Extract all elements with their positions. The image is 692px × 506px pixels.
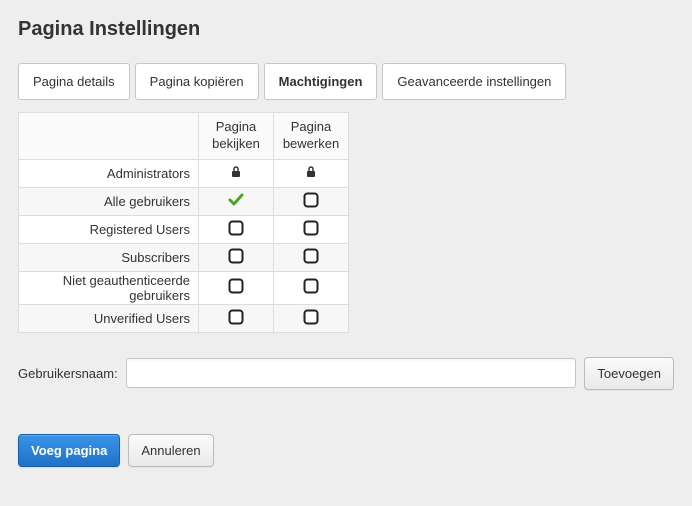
checkbox-empty-icon[interactable] [303,248,319,267]
role-label: Unverified Users [19,304,199,332]
perm-edit-cell[interactable] [274,304,349,332]
page-actions: Voeg pagina Annuleren [18,434,674,467]
username-input[interactable] [126,358,577,388]
checkbox-empty-icon[interactable] [228,248,244,267]
permissions-table-corner [19,113,199,160]
checkbox-empty-icon[interactable] [303,309,319,328]
table-row: Registered Users [19,215,349,243]
add-user-button[interactable]: Toevoegen [584,357,674,390]
page-title: Pagina Instellingen [18,18,674,41]
lock-icon [305,165,317,182]
submit-page-button[interactable]: Voeg pagina [18,434,120,467]
check-icon [228,193,244,210]
tab-page-details[interactable]: Pagina details [18,63,130,100]
column-header-edit: Pagina bewerken [274,113,349,160]
perm-edit-cell[interactable] [274,215,349,243]
column-header-view: Pagina bekijken [199,113,274,160]
perm-edit-cell[interactable] [274,271,349,304]
table-row: Niet geauthenticeerde gebruikers [19,271,349,304]
role-label: Subscribers [19,243,199,271]
perm-edit-cell [274,159,349,187]
checkbox-empty-icon[interactable] [303,220,319,239]
permissions-table: Pagina bekijken Pagina bewerken Administ… [18,112,349,333]
permissions-table-body: AdministratorsAlle gebruikersRegistered … [19,159,349,332]
checkbox-empty-icon[interactable] [228,220,244,239]
cancel-button[interactable]: Annuleren [128,434,213,467]
table-row: Unverified Users [19,304,349,332]
table-row: Subscribers [19,243,349,271]
lock-icon [230,165,242,182]
role-label: Alle gebruikers [19,187,199,215]
perm-view-cell[interactable] [199,215,274,243]
add-user-row: Gebruikersnaam: Toevoegen [18,357,674,390]
checkbox-empty-icon[interactable] [228,278,244,297]
username-label: Gebruikersnaam: [18,366,118,381]
perm-view-cell[interactable] [199,243,274,271]
role-label: Niet geauthenticeerde gebruikers [19,271,199,304]
perm-edit-cell[interactable] [274,187,349,215]
tab-permissions[interactable]: Machtigingen [264,63,378,100]
tab-advanced-settings[interactable]: Geavanceerde instellingen [382,63,566,100]
perm-view-cell [199,159,274,187]
perm-view-cell[interactable] [199,304,274,332]
perm-edit-cell[interactable] [274,243,349,271]
table-row: Administrators [19,159,349,187]
role-label: Registered Users [19,215,199,243]
perm-view-cell [199,187,274,215]
checkbox-empty-icon[interactable] [303,192,319,211]
table-row: Alle gebruikers [19,187,349,215]
checkbox-empty-icon[interactable] [303,278,319,297]
perm-view-cell[interactable] [199,271,274,304]
tabs: Pagina details Pagina kopiëren Machtigin… [18,63,674,100]
checkbox-empty-icon[interactable] [228,309,244,328]
role-label: Administrators [19,159,199,187]
tab-page-copy[interactable]: Pagina kopiëren [135,63,259,100]
